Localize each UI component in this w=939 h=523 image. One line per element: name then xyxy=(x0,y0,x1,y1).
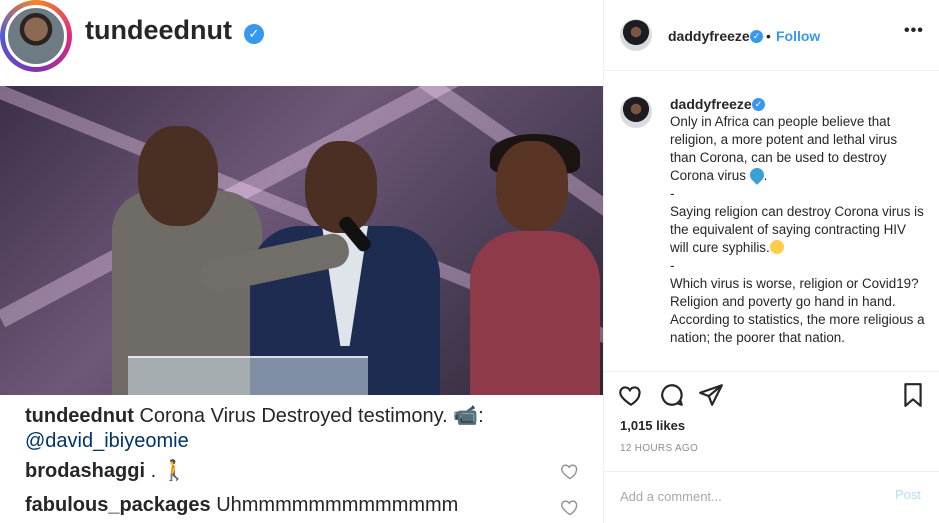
podium xyxy=(128,356,368,395)
woman-figure xyxy=(470,231,600,395)
verified-icon: ✓ xyxy=(244,24,264,44)
comment-box: Post xyxy=(604,471,939,523)
comment-username[interactable]: fabulous_packages xyxy=(25,494,211,516)
avatar[interactable] xyxy=(620,19,652,51)
post-username[interactable]: daddyfreeze xyxy=(670,96,752,112)
profile-header: tundeednut ✓ xyxy=(0,0,603,86)
post-header: daddyfreeze ✓ • Follow ••• xyxy=(604,0,939,71)
flushed-emoji-icon xyxy=(769,240,784,254)
avatar[interactable] xyxy=(5,5,67,67)
follow-button[interactable]: Follow xyxy=(776,28,820,44)
comment-input[interactable] xyxy=(620,486,880,506)
story-ring[interactable] xyxy=(0,0,72,72)
separator-dot: • xyxy=(766,28,771,44)
heart-icon[interactable] xyxy=(618,382,644,408)
caption: tundeednut Corona Virus Destroyed testim… xyxy=(25,404,585,454)
comment-item: fabulous_packages Uhmmmmmmmmmmmmm xyxy=(25,494,458,517)
left-pane: tundeednut ✓ tundeednut Corona Virus Des… xyxy=(0,0,603,523)
header-username[interactable]: daddyfreeze xyxy=(668,28,750,44)
avatar[interactable] xyxy=(620,96,652,128)
pastor-head xyxy=(138,126,218,226)
separator: - xyxy=(670,186,675,201)
comment-text: Uhmmmmmmmmmmmmm xyxy=(216,494,459,516)
post-button[interactable]: Post xyxy=(895,487,921,502)
post-paragraph: Which virus is worse, religion or Covid1… xyxy=(670,276,925,345)
likes-count[interactable]: 1,015 likes xyxy=(620,418,685,433)
caption-text: Corona Virus Destroyed testimony. 📹: xyxy=(139,405,484,427)
bookmark-icon[interactable] xyxy=(900,382,926,408)
separator: - xyxy=(670,258,675,273)
timestamp[interactable]: 12 HOURS AGO xyxy=(620,443,698,454)
comment-item: brodashaggi . 🚶 xyxy=(25,458,187,483)
action-bar: 1,015 likes 12 HOURS AGO xyxy=(604,371,939,471)
comment-icon[interactable] xyxy=(659,382,685,408)
verified-icon: ✓ xyxy=(750,30,763,43)
profile-username[interactable]: tundeednut xyxy=(85,15,232,46)
verified-icon: ✓ xyxy=(752,98,765,111)
caption-area: tundeednut Corona Virus Destroyed testim… xyxy=(0,395,603,523)
post-paragraph: Saying religion can destroy Corona virus… xyxy=(670,204,924,255)
share-icon[interactable] xyxy=(698,382,724,408)
heart-icon[interactable] xyxy=(560,461,580,481)
post-text: Only in Africa can people believe that r… xyxy=(670,113,926,347)
comment-text: . 🚶 xyxy=(150,460,187,482)
post-paragraph: Only in Africa can people believe that r… xyxy=(670,114,898,185)
video-frame[interactable] xyxy=(0,86,603,395)
caption-mention[interactable]: @david_ibiyeomie xyxy=(25,430,189,452)
caption-username[interactable]: tundeednut xyxy=(25,405,134,427)
heart-icon[interactable] xyxy=(560,497,580,517)
post-body: daddyfreeze ✓ Only in Africa can people … xyxy=(604,71,939,371)
right-pane: daddyfreeze ✓ • Follow ••• daddyfreeze ✓… xyxy=(603,0,939,523)
more-icon[interactable]: ••• xyxy=(904,22,924,40)
comment-username[interactable]: brodashaggi xyxy=(25,460,145,482)
woman-head xyxy=(496,141,568,231)
